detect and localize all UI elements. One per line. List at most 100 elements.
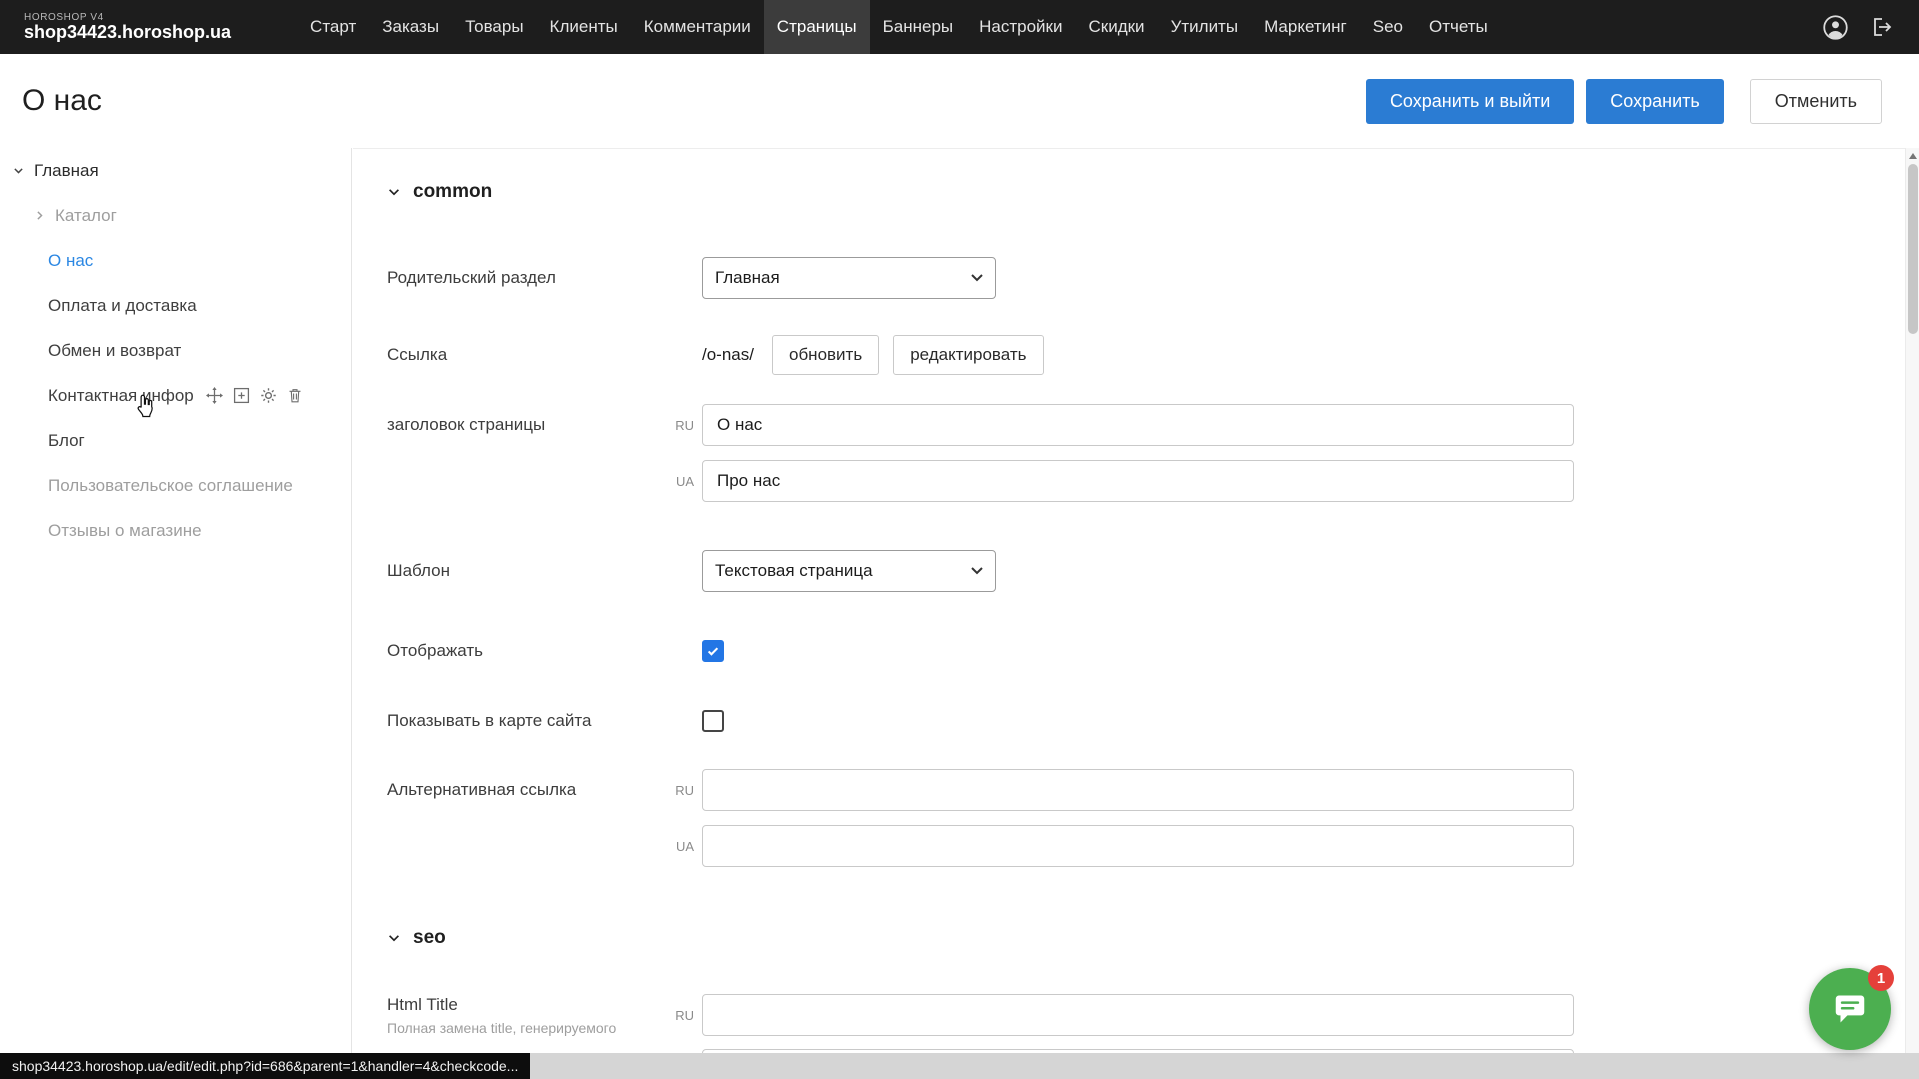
page-edit-form: common Родительский раздел Главная Ссылк… (353, 148, 1905, 1079)
brand-domain: shop34423.horoshop.ua (24, 23, 231, 43)
nav-item-start[interactable]: Старт (297, 0, 369, 54)
display-checkbox[interactable] (702, 640, 724, 662)
html-title-ru-input[interactable] (702, 994, 1574, 1036)
field-label-template: Шаблон (387, 561, 450, 581)
nav-item-settings[interactable]: Настройки (966, 0, 1075, 54)
trash-icon[interactable] (287, 387, 303, 404)
section-common-header[interactable]: common (387, 179, 1905, 205)
page-title-ua-input[interactable] (702, 460, 1574, 502)
field-label-page-title: заголовок страницы (387, 415, 545, 435)
sidebar-item-store-reviews[interactable]: Отзывы о магазине (0, 508, 351, 553)
field-label-alt-link: Альтернативная ссылка (387, 780, 576, 800)
main-menu: Старт Заказы Товары Клиенты Комментарии … (297, 0, 1501, 54)
link-row: Ссылка /o-nas/ обновить редактировать (387, 335, 1905, 375)
lang-badge-ua: UA (676, 839, 694, 854)
page-header: О нас Сохранить и выйти Сохранить Отмени… (0, 54, 1919, 148)
lang-badge-ru: RU (675, 1008, 694, 1023)
nav-item-discounts[interactable]: Скидки (1075, 0, 1157, 54)
section-title: seo (413, 927, 446, 949)
brand[interactable]: HOROSHOP V4 shop34423.horoshop.ua (24, 12, 231, 43)
refresh-link-button[interactable]: обновить (772, 335, 879, 375)
row-action-icons (206, 387, 303, 404)
edit-link-button[interactable]: редактировать (893, 335, 1043, 375)
gear-icon[interactable] (260, 387, 277, 404)
nav-item-pages[interactable]: Страницы (764, 0, 870, 54)
field-label-html-title: Html Title (387, 995, 616, 1015)
sidebar-item-label: Контактная инфор (48, 386, 194, 406)
nav-item-clients[interactable]: Клиенты (537, 0, 631, 54)
lang-badge-ru: RU (675, 783, 694, 798)
sidebar-item-blog[interactable]: Блог (0, 418, 351, 463)
sidebar-item-payment-delivery[interactable]: Оплата и доставка (0, 283, 351, 328)
alt-link-ru-row: Альтернативная ссылка RU (387, 769, 1905, 811)
page-title-ru-input[interactable] (702, 404, 1574, 446)
section-seo-header[interactable]: seo (387, 925, 1905, 951)
cancel-button[interactable]: Отменить (1750, 79, 1882, 124)
sidebar-item-exchange-return[interactable]: Обмен и возврат (0, 328, 351, 373)
scrollbar[interactable] (1905, 148, 1919, 1079)
chevron-down-icon (387, 185, 401, 199)
pages-tree-sidebar: Главная Каталог О нас Оплата и доставка … (0, 148, 352, 1079)
scrollbar-thumb[interactable] (1908, 164, 1918, 334)
sidebar-item-contacts[interactable]: Контактная инфор (0, 373, 351, 418)
logout-icon[interactable] (1869, 15, 1893, 39)
sidebar-item-label: Главная (34, 161, 99, 181)
nav-item-utilities[interactable]: Утилиты (1158, 0, 1252, 54)
link-path: /o-nas/ (702, 345, 754, 365)
nav-item-comments[interactable]: Комментарии (631, 0, 764, 54)
chevron-right-icon (33, 209, 46, 222)
sidebar-item-agreement[interactable]: Пользовательское соглашение (0, 463, 351, 508)
brand-version: HOROSHOP V4 (24, 12, 231, 23)
alt-link-ua-row: UA (387, 825, 1905, 867)
chat-widget-button[interactable]: 1 (1809, 968, 1891, 1050)
sidebar-item-label: О нас (48, 251, 93, 271)
html-title-ru-row: Html Title Полная замена title, генериру… (387, 994, 1905, 1036)
nav-item-seo[interactable]: Seo (1360, 0, 1416, 54)
chevron-down-icon (971, 567, 983, 575)
account-icon[interactable] (1822, 14, 1849, 41)
parent-section-select[interactable]: Главная (702, 257, 996, 299)
nav-item-marketing[interactable]: Маркетинг (1251, 0, 1360, 54)
scroll-up-arrow[interactable] (1909, 153, 1917, 159)
sidebar-item-label: Каталог (55, 206, 117, 226)
lang-badge-ua: UA (676, 474, 694, 489)
sidebar-item-label: Блог (48, 431, 85, 451)
alt-link-ru-input[interactable] (702, 769, 1574, 811)
sidebar-item-label: Пользовательское соглашение (48, 476, 293, 496)
save-button[interactable]: Сохранить (1586, 79, 1723, 124)
navbar-right-icons (1822, 14, 1919, 41)
nav-item-banners[interactable]: Баннеры (870, 0, 967, 54)
template-select[interactable]: Текстовая страница (702, 550, 996, 592)
sidebar-item-label: Оплата и доставка (48, 296, 197, 316)
sidebar-item-label: Обмен и возврат (48, 341, 181, 361)
sidebar-item-catalog[interactable]: Каталог (0, 193, 351, 238)
add-icon[interactable] (233, 387, 250, 404)
top-navbar: HOROSHOP V4 shop34423.horoshop.ua Старт … (0, 0, 1919, 54)
sidebar-item-about[interactable]: О нас (0, 238, 351, 283)
chevron-down-icon (971, 274, 983, 282)
chevron-down-icon (12, 164, 25, 177)
page-title-ru-row: заголовок страницы RU (387, 404, 1905, 446)
sidebar-item-home[interactable]: Главная (0, 148, 351, 193)
save-exit-button[interactable]: Сохранить и выйти (1366, 79, 1574, 124)
chat-icon (1831, 990, 1869, 1028)
chevron-down-icon (387, 931, 401, 945)
page-title-ua-row: UA (387, 460, 1905, 502)
nav-item-products[interactable]: Товары (452, 0, 536, 54)
field-label-display: Отображать (387, 641, 483, 661)
selected-value: Главная (715, 268, 780, 288)
selected-value: Текстовая страница (715, 561, 873, 581)
chat-unread-badge: 1 (1868, 965, 1894, 991)
sidebar-item-label: Отзывы о магазине (48, 521, 202, 541)
status-url-tooltip: shop34423.horoshop.ua/edit/edit.php?id=6… (0, 1053, 530, 1079)
alt-link-ua-input[interactable] (702, 825, 1574, 867)
move-icon[interactable] (206, 387, 223, 404)
nav-item-reports[interactable]: Отчеты (1416, 0, 1501, 54)
field-label-sitemap: Показывать в карте сайта (387, 711, 591, 731)
lang-badge-ru: RU (675, 418, 694, 433)
sitemap-checkbox[interactable] (702, 710, 724, 732)
parent-section-row: Родительский раздел Главная (387, 257, 1905, 299)
field-hint-html-title: Полная замена title, генерируемого (387, 1020, 616, 1036)
nav-item-orders[interactable]: Заказы (369, 0, 452, 54)
display-row: Отображать (387, 639, 1905, 663)
